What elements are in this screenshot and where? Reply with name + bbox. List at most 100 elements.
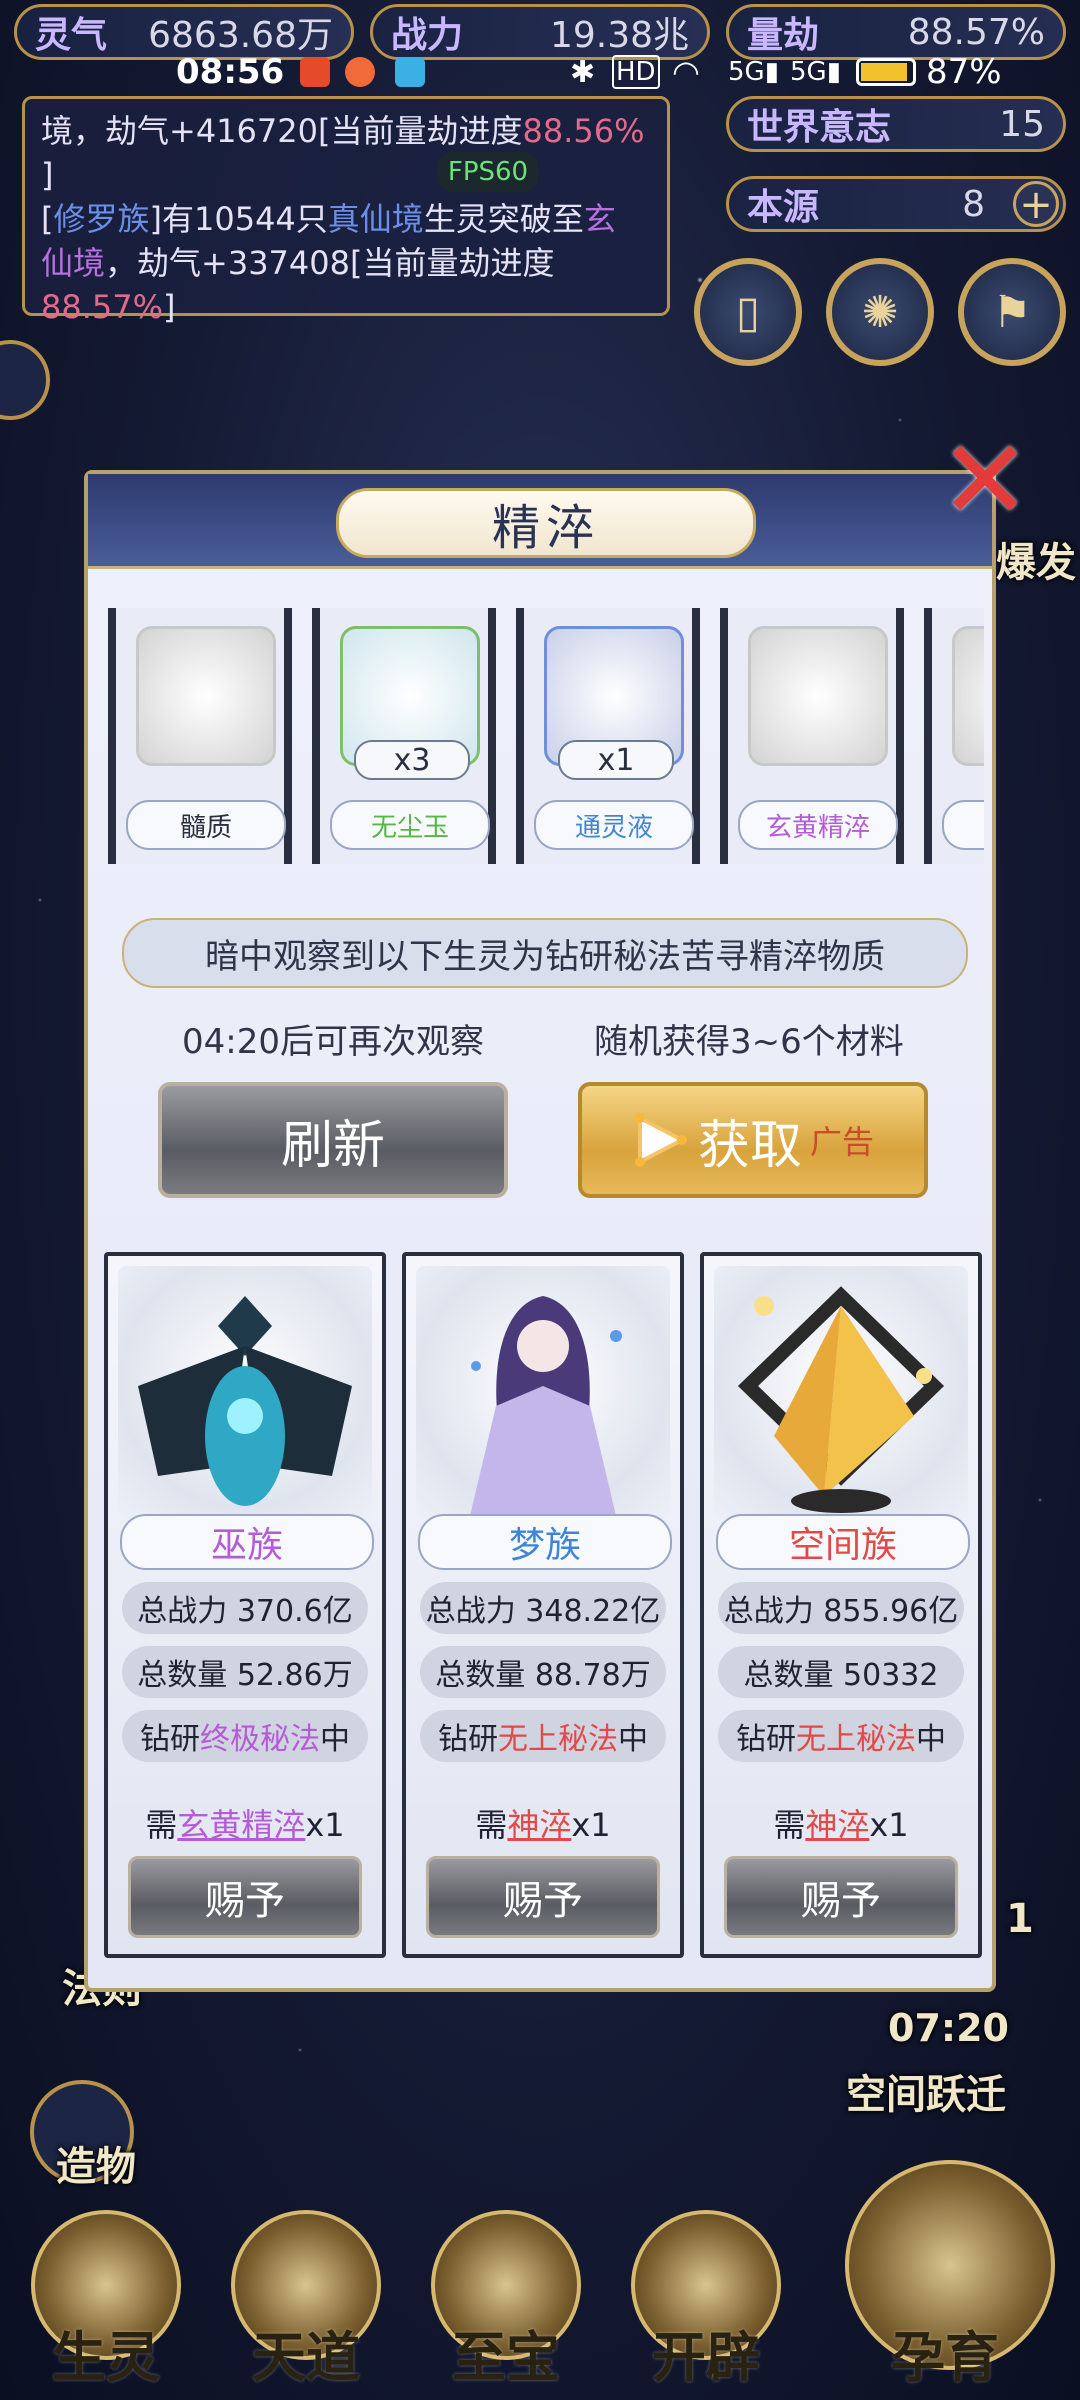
observe-banner: 暗中观察到以下生灵为钻研秘法苦寻精淬物质	[122, 918, 968, 988]
study-suffix: 中	[618, 1722, 648, 1757]
cooldown-text: 04:20后可再次观察	[182, 1022, 484, 1062]
log-realm: 真仙境	[327, 200, 424, 238]
log-text: 境，劫气+416720[当前量劫进度	[41, 112, 523, 150]
race-card-meng: 梦族 总战力 348.22亿 总数量 88.78万 钻研 无上秘法中 需神淬x1 …	[402, 1252, 684, 1958]
world-will-value: 15	[999, 103, 1045, 145]
material-list[interactable]: 髓质 x3 无尘玉 x1 通灵液 玄黄精淬 生	[108, 608, 984, 864]
race-name: 梦族	[418, 1514, 672, 1570]
ad-label: 广告	[810, 1123, 875, 1161]
log-progress: 88.56%	[522, 112, 645, 150]
material-name: 通灵液	[534, 800, 694, 850]
race-power: 总战力 348.22亿	[420, 1582, 666, 1634]
obtain-ad-button[interactable]: 获取 广告	[578, 1082, 928, 1198]
race-study: 钻研 无上秘法中	[420, 1710, 666, 1762]
need-prefix: 需	[773, 1806, 806, 1844]
refine-dialog: 精淬 髓质 x3 无尘玉 x1 通灵液 玄黄精淬 生 暗中观察到以下生灵为钻研秘…	[84, 470, 996, 1992]
log-text: ，劫气+337408[当前量劫进度	[105, 244, 555, 282]
nav-label: 生灵	[52, 2326, 160, 2389]
study-art: 无上秘法	[796, 1722, 916, 1757]
material-item[interactable]: 玄黄精淬	[720, 608, 904, 864]
race-portrait	[714, 1266, 968, 1526]
nav-label: 天道	[252, 2326, 360, 2389]
origin-value: 8	[962, 183, 985, 225]
refresh-label: 刷新	[280, 1115, 385, 1176]
signal-icon-2: 5G▮	[790, 57, 841, 87]
material-item[interactable]: 生	[924, 608, 984, 864]
nav-label: 开辟	[652, 2326, 760, 2389]
app-notification-icon	[300, 57, 330, 87]
nav-treasure[interactable]: 至宝	[416, 2200, 596, 2400]
race-portrait	[416, 1266, 670, 1526]
race-count: 总数量 52.86万	[122, 1646, 368, 1698]
material-name: 无尘玉	[330, 800, 490, 850]
race-requirement: 需神淬x1	[704, 1800, 978, 1846]
race-name: 空间族	[716, 1514, 970, 1570]
race-card-wu: 巫族 总战力 370.6亿 总数量 52.86万 钻研 终极秘法中 需玄黄精淬x1…	[104, 1252, 386, 1958]
study-suffix: 中	[916, 1722, 946, 1757]
study-prefix: 钻研	[140, 1722, 200, 1757]
need-prefix: 需	[475, 1806, 508, 1844]
give-button[interactable]: 赐予	[128, 1856, 362, 1938]
card-icon[interactable]: ▯	[694, 258, 802, 366]
log-race: 修罗族	[53, 200, 150, 238]
nav-open[interactable]: 开辟	[616, 2200, 796, 2400]
give-label: 赐予	[205, 1878, 285, 1924]
need-item[interactable]: 神淬	[507, 1806, 571, 1844]
race-requirement: 需神淬x1	[406, 1800, 680, 1846]
study-art: 无上秘法	[498, 1722, 618, 1757]
need-item[interactable]: 玄黄精淬	[177, 1806, 305, 1844]
material-item[interactable]: x3 无尘玉	[312, 608, 496, 864]
race-count: 总数量 88.78万	[420, 1646, 666, 1698]
bluetooth-icon: ✱	[570, 54, 596, 90]
vortex-icon[interactable]: ✺	[826, 258, 934, 366]
app-notification-icon-2	[345, 57, 375, 87]
need-suffix: x1	[305, 1806, 345, 1844]
battery-icon	[856, 58, 916, 86]
clock: 08:56	[176, 52, 285, 92]
app-notification-icon-3	[395, 57, 425, 87]
race-study: 钻研 终极秘法中	[122, 1710, 368, 1762]
world-will-label: 世界意志	[747, 107, 892, 148]
add-origin-button[interactable]: +	[1013, 181, 1059, 227]
obtain-label: 获取	[697, 1115, 802, 1176]
nav-creatures[interactable]: 生灵	[16, 2200, 196, 2400]
race-card-kongjian: 空间族 总战力 855.96亿 总数量 50332 钻研 无上秘法中 需神淬x1 …	[700, 1252, 982, 1958]
dream-lady-icon	[470, 1296, 622, 1516]
random-hint: 随机获得3~6个材料	[594, 1022, 904, 1062]
material-item[interactable]: 髓质	[108, 608, 292, 864]
material-name: 生	[942, 800, 984, 850]
log-progress-2: 88.57%	[41, 288, 164, 326]
log-text: ]	[163, 288, 176, 326]
battery-percent: 87%	[926, 52, 1002, 92]
nav-nurture[interactable]: 孕育	[830, 2150, 1060, 2400]
flag-icon[interactable]: ⚑	[958, 258, 1066, 366]
log-text: 生灵突破至	[423, 200, 584, 238]
give-button[interactable]: 赐予	[426, 1856, 660, 1938]
winged-creature-icon	[138, 1296, 352, 1506]
video-play-icon	[634, 1113, 687, 1167]
need-prefix: 需	[145, 1806, 178, 1844]
event-log[interactable]: 境，劫气+416720[当前量劫进度88.56% ] [修罗族]有10544只真…	[22, 96, 670, 326]
material-icon	[952, 626, 984, 766]
wifi-icon: ◠	[672, 53, 700, 91]
race-study: 钻研 无上秘法中	[718, 1710, 964, 1762]
give-label: 赐予	[503, 1878, 583, 1924]
study-art: 终极秘法	[200, 1722, 320, 1757]
material-count: x1	[558, 740, 674, 780]
log-text: ]有10544只	[149, 200, 328, 238]
log-text: ]	[41, 156, 54, 194]
need-suffix: x1	[571, 1806, 611, 1844]
nav-heaven[interactable]: 天道	[216, 2200, 396, 2400]
give-button[interactable]: 赐予	[724, 1856, 958, 1938]
refresh-button[interactable]: 刷新	[158, 1082, 508, 1198]
close-icon[interactable]: ✕	[935, 425, 1035, 535]
create-label: 造物	[56, 2144, 136, 2190]
space-jump-label[interactable]: 空间跃迁	[846, 2062, 1006, 2120]
need-item[interactable]: 神淬	[805, 1806, 869, 1844]
origin-bar[interactable]: 本源 8 +	[726, 176, 1066, 232]
fps-counter: FPS60	[438, 152, 538, 192]
study-prefix: 钻研	[736, 1722, 796, 1757]
world-will-bar[interactable]: 世界意志 15	[726, 96, 1066, 152]
space-crystal-icon	[737, 1286, 945, 1513]
material-item[interactable]: x1 通灵液	[516, 608, 700, 864]
